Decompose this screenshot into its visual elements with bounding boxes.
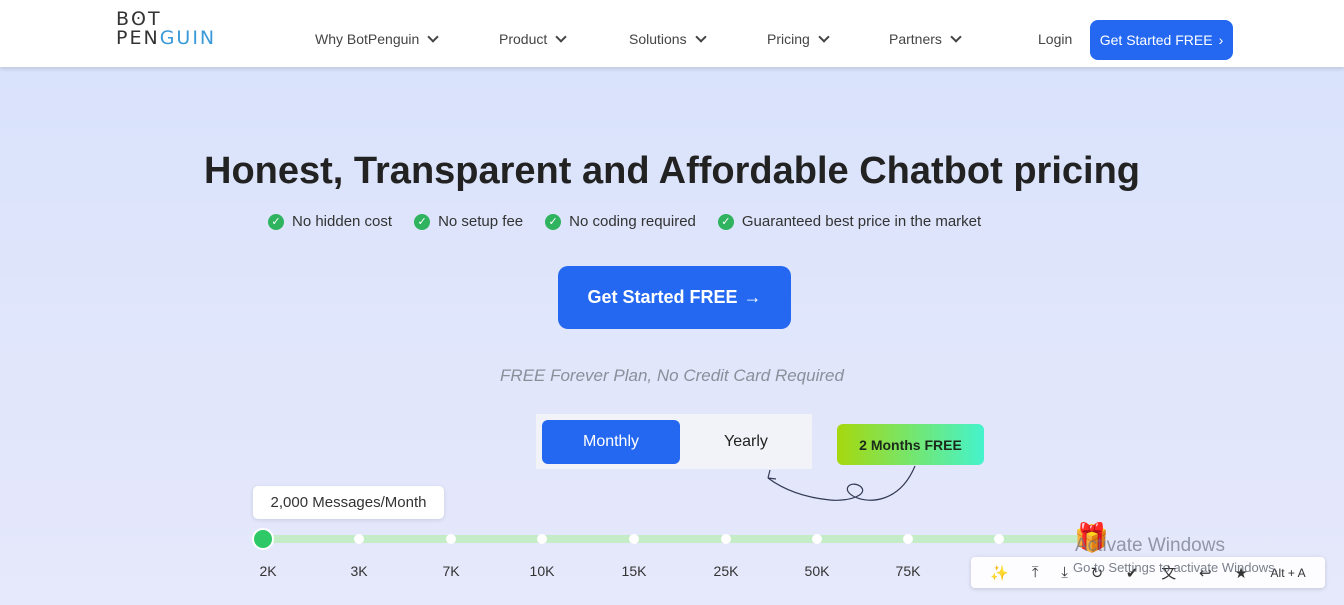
check-icon: ✓ xyxy=(545,213,562,230)
chevron-down-icon xyxy=(818,31,830,43)
button-label: Get Started FREE xyxy=(1099,32,1213,48)
arrow-right-icon: → xyxy=(743,287,762,307)
nav-label: Product xyxy=(499,31,548,47)
page-title: Honest, Transparent and Affordable Chatb… xyxy=(204,150,1140,192)
top-nav: BʘT PENGUIN Why BotPenguin Product Soluti… xyxy=(0,0,1344,67)
feature-label: No hidden cost xyxy=(292,213,393,230)
slider-tooltip: 2,000 Messages/Month xyxy=(253,486,444,519)
login-link[interactable]: Login xyxy=(1038,31,1072,47)
slider-step-dot[interactable] xyxy=(903,534,913,544)
feature-item: ✓ Guaranteed best price in the market xyxy=(717,213,982,230)
nav-solutions[interactable]: Solutions xyxy=(629,31,707,47)
windows-watermark-title: Activate Windows xyxy=(1075,535,1225,556)
slider-step-dot[interactable] xyxy=(721,534,731,544)
windows-watermark-subtitle: Go to Settings to activate Windows. xyxy=(1073,560,1279,575)
billing-toggle: Monthly Yearly xyxy=(536,414,812,469)
chevron-down-icon xyxy=(555,31,567,43)
button-label: Get Started FREE xyxy=(587,287,738,307)
chevron-down-icon xyxy=(694,31,707,43)
slider-step-dot[interactable] xyxy=(446,534,456,544)
align-bottom-icon[interactable]: ⤓ xyxy=(1061,564,1068,581)
check-icon: ✓ xyxy=(414,213,431,230)
two-months-free-badge: 2 Months FREE xyxy=(837,424,984,465)
feature-label: Guaranteed best price in the market xyxy=(741,213,982,230)
chevron-down-icon xyxy=(950,31,962,43)
logo[interactable]: BʘT PENGUIN xyxy=(116,10,216,48)
nav-label: Solutions xyxy=(629,31,687,47)
feature-item: ✓ No coding required xyxy=(545,213,696,230)
slider-handle[interactable] xyxy=(252,528,274,550)
slider-step-dot[interactable] xyxy=(629,534,639,544)
get-started-button[interactable]: Get Started FREE → xyxy=(558,266,791,329)
slider-step-dot[interactable] xyxy=(994,534,1004,544)
message-slider-track[interactable] xyxy=(263,535,1088,543)
yearly-tab[interactable]: Yearly xyxy=(677,420,815,464)
logo-guin: GUIN xyxy=(159,27,217,49)
slider-step-dot[interactable] xyxy=(537,534,547,544)
nav-pricing[interactable]: Pricing xyxy=(767,31,830,47)
nav-label: Partners xyxy=(889,31,942,47)
feature-item: ✓ No setup fee xyxy=(414,213,523,230)
slider-tick-label[interactable]: 25K xyxy=(714,563,739,579)
nav-why-botpenguin[interactable]: Why BotPenguin xyxy=(315,31,439,47)
slider-tick-label[interactable]: 15K xyxy=(622,563,647,579)
slider-tick-label[interactable]: 7K xyxy=(442,563,459,579)
chevron-right-icon: › xyxy=(1218,32,1224,48)
feature-list: ✓ No hidden cost ✓ No setup fee ✓ No coding… xyxy=(268,213,981,230)
slider-tick-label[interactable]: 10K xyxy=(530,563,555,579)
check-icon: ✓ xyxy=(717,213,734,230)
logo-pen: PEN xyxy=(116,27,160,49)
feature-label: No setup fee xyxy=(438,213,524,230)
monthly-tab[interactable]: Monthly xyxy=(542,420,680,464)
slider-tick-label[interactable]: 2K xyxy=(259,563,276,579)
feature-label: No coding required xyxy=(569,213,696,230)
slider-tick-label[interactable]: 50K xyxy=(805,563,830,579)
nav-get-started-button[interactable]: Get Started FREE › xyxy=(1090,20,1233,60)
align-top-icon[interactable]: ⤒ xyxy=(1032,564,1039,581)
chevron-down-icon xyxy=(427,31,439,43)
feature-item: ✓ No hidden cost xyxy=(268,213,392,230)
slider-step-dot[interactable] xyxy=(812,534,822,544)
subtitle: FREE Forever Plan, No Credit Card Requir… xyxy=(500,366,844,385)
nav-product[interactable]: Product xyxy=(499,31,567,47)
nav-label: Why BotPenguin xyxy=(315,31,420,47)
check-icon: ✓ xyxy=(268,213,284,230)
slider-tick-label[interactable]: 3K xyxy=(350,563,367,579)
curved-arrow-icon xyxy=(767,465,916,501)
slider-step-dot[interactable] xyxy=(354,534,364,544)
nav-label: Pricing xyxy=(767,31,810,47)
magic-wand-icon[interactable]: ✨ xyxy=(990,564,1009,582)
slider-tick-label[interactable]: 75K xyxy=(896,563,921,579)
nav-partners[interactable]: Partners xyxy=(889,31,962,47)
